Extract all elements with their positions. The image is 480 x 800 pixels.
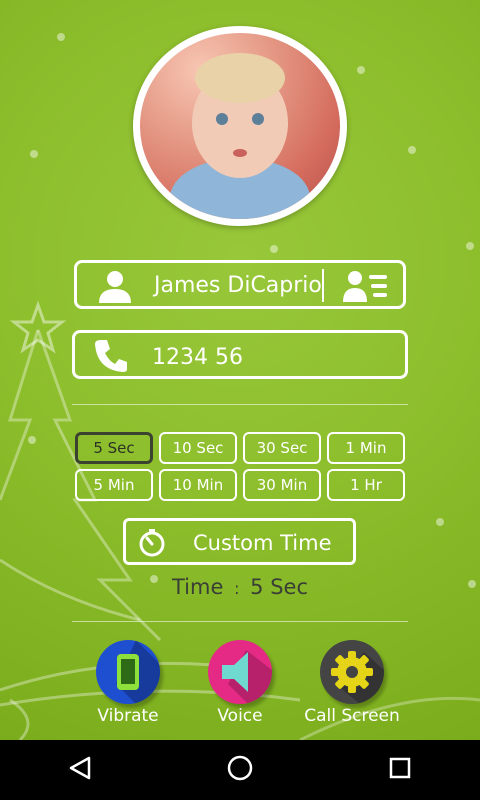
contact-name-field[interactable]: James DiCaprio xyxy=(74,260,406,309)
time-status: Time : 5 Sec xyxy=(0,575,480,599)
contact-photo xyxy=(140,33,340,219)
chip-label: 10 Min xyxy=(172,476,224,494)
timer-icon xyxy=(138,529,166,561)
chip-label: 5 Min xyxy=(93,476,135,494)
back-icon[interactable] xyxy=(67,755,93,785)
gear-icon xyxy=(331,651,384,704)
contact-number: 1234 56 xyxy=(152,345,243,370)
home-icon[interactable] xyxy=(226,754,254,786)
timer-5-min-chip[interactable]: 5 Min xyxy=(75,469,153,501)
phone-vibrate-icon xyxy=(116,640,160,704)
timer-1-min-chip[interactable]: 1 Min xyxy=(327,432,405,464)
timer-30-sec-chip[interactable]: 30 Sec xyxy=(243,432,321,464)
voice-label: Voice xyxy=(217,706,263,726)
timer-30-min-chip[interactable]: 30 Min xyxy=(243,469,321,501)
timer-10-sec-chip[interactable]: 10 Sec xyxy=(159,432,237,464)
person-icon xyxy=(97,268,133,308)
speaker-icon xyxy=(222,650,272,704)
app-screen: James DiCaprio 1234 56 5 Sec 10 Sec 30 S… xyxy=(0,0,480,740)
voice-button[interactable] xyxy=(208,640,272,704)
contact-name: James DiCaprio xyxy=(154,273,322,298)
time-prefix: Time xyxy=(171,575,224,599)
chip-label: 1 Min xyxy=(345,439,387,457)
call-screen-label: Call Screen xyxy=(304,706,400,726)
voice-action[interactable]: Voice xyxy=(180,640,300,726)
timer-5-sec-chip[interactable]: 5 Sec xyxy=(75,432,153,464)
time-value: 5 Sec xyxy=(250,575,308,599)
divider-top xyxy=(72,404,408,405)
contact-avatar[interactable] xyxy=(133,26,347,226)
custom-time-label: Custom Time xyxy=(193,531,332,555)
recents-icon[interactable] xyxy=(387,755,413,785)
vibrate-label: Vibrate xyxy=(97,706,159,726)
timer-1-hr-chip[interactable]: 1 Hr xyxy=(327,469,405,501)
chip-label: 5 Sec xyxy=(93,439,135,457)
field-divider xyxy=(322,269,324,302)
divider-bottom xyxy=(72,621,408,622)
contact-list-icon[interactable] xyxy=(343,269,389,307)
call-screen-action[interactable]: Call Screen xyxy=(292,640,412,726)
timer-10-min-chip[interactable]: 10 Min xyxy=(159,469,237,501)
chip-label: 30 Sec xyxy=(256,439,308,457)
contact-number-field[interactable]: 1234 56 xyxy=(72,330,408,379)
call-screen-button[interactable] xyxy=(320,640,384,704)
chip-label: 1 Hr xyxy=(350,476,382,494)
chip-label: 30 Min xyxy=(256,476,308,494)
time-separator: : xyxy=(234,579,240,598)
system-nav-bar xyxy=(0,740,480,800)
custom-time-button[interactable]: Custom Time xyxy=(123,518,356,565)
chip-label: 10 Sec xyxy=(172,439,224,457)
vibrate-button[interactable] xyxy=(96,640,160,704)
vibrate-action[interactable]: Vibrate xyxy=(68,640,188,726)
phone-icon xyxy=(93,338,129,378)
